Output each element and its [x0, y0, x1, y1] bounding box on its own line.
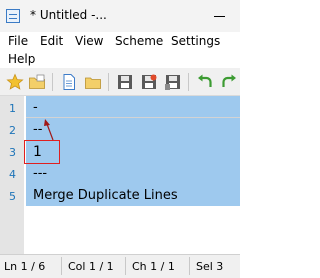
status-line: Ln 1 / 6 — [4, 260, 46, 273]
status-selection: Sel 3 — [196, 260, 224, 273]
menu-view[interactable]: View — [75, 34, 103, 48]
menu-edit[interactable]: Edit — [40, 34, 63, 48]
minimize-button[interactable] — [200, 0, 240, 32]
editor-area[interactable]: 1 2 3 4 5 - -- 1 --- Merge Duplicate Lin… — [0, 96, 240, 254]
toolbar — [0, 68, 240, 96]
open-file-icon[interactable] — [84, 73, 102, 91]
title-bar: * Untitled -... — [0, 0, 240, 32]
new-file-icon[interactable] — [60, 73, 78, 91]
menu-bar: File Edit View Scheme Settings Help — [0, 32, 240, 68]
window-title: * Untitled -... — [30, 8, 107, 22]
menu-help[interactable]: Help — [8, 52, 35, 66]
menu-settings[interactable]: Settings — [171, 34, 220, 48]
save-icon[interactable] — [116, 73, 134, 91]
menu-file[interactable]: File — [8, 34, 28, 48]
status-column: Col 1 / 1 — [68, 260, 114, 273]
status-bar: Ln 1 / 6 Col 1 / 1 Ch 1 / 1 Sel 3 — [0, 254, 240, 278]
menu-scheme[interactable]: Scheme — [115, 34, 163, 48]
open-folder-icon[interactable] — [28, 73, 46, 91]
save-copy-icon[interactable] — [164, 73, 182, 91]
notepad-app-icon — [6, 9, 20, 23]
undo-icon[interactable] — [196, 73, 214, 91]
redo-icon[interactable] — [220, 73, 238, 91]
annotation-arrow-icon — [44, 119, 54, 141]
status-character: Ch 1 / 1 — [132, 260, 175, 273]
save-as-icon[interactable] — [140, 73, 158, 91]
favorites-star-icon[interactable] — [6, 73, 24, 91]
